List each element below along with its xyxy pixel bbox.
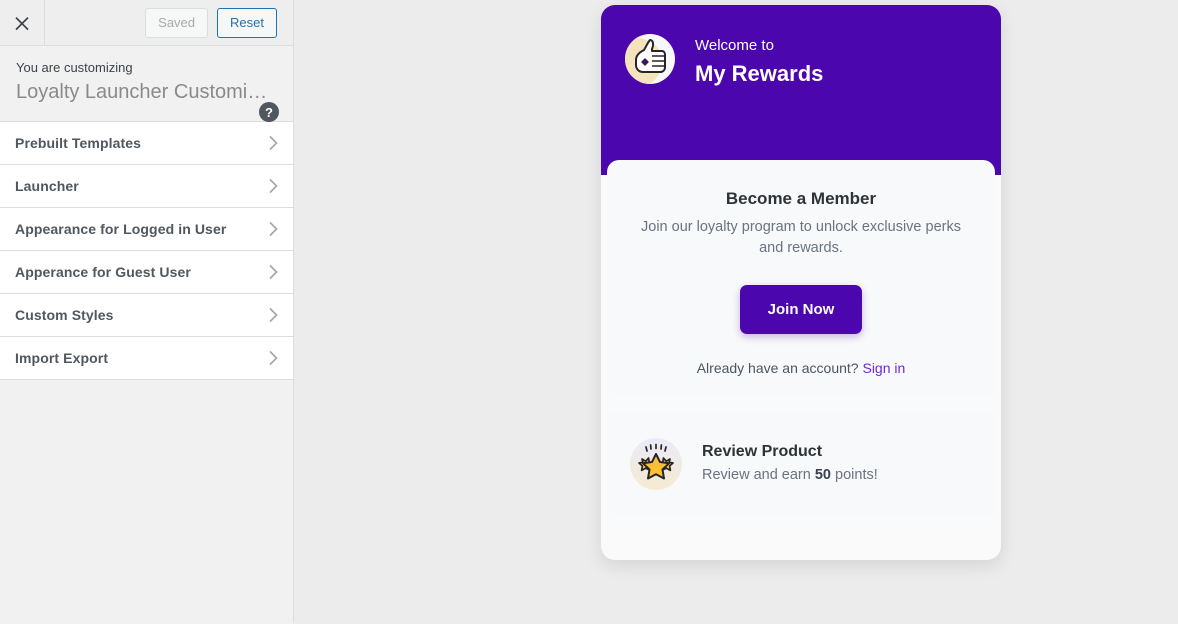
sidebar-item-label: Import Export xyxy=(15,350,109,366)
review-product-task-card[interactable]: Review Product Review and earn 50 points… xyxy=(607,410,995,517)
chevron-right-icon xyxy=(267,133,281,153)
customizer-title-block: You are customizing Loyalty Launcher Cus… xyxy=(0,46,293,122)
three-stars-icon xyxy=(627,435,685,493)
sidebar-item-label: Custom Styles xyxy=(15,307,114,323)
customizer-header-bar: Saved Reset xyxy=(0,0,293,46)
member-card-title: Become a Member xyxy=(725,189,877,208)
sidebar-item-prebuilt-templates[interactable]: Prebuilt Templates xyxy=(0,122,293,165)
welcome-label: Welcome to xyxy=(695,37,774,54)
brand-title: My Rewards xyxy=(695,61,824,86)
screen: Saved Reset You are customizing Loyalty … xyxy=(0,0,1178,624)
sidebar-item-label: Appearance for Logged in User xyxy=(15,221,227,237)
sidebar-item-label: Apperance for Guest User xyxy=(15,264,191,280)
saved-button[interactable]: Saved xyxy=(145,7,209,38)
join-now-button[interactable]: Join Now xyxy=(739,285,863,335)
close-icon xyxy=(14,15,30,31)
sidebar-item-appearance-logged-in-user[interactable]: Appearance for Logged in User xyxy=(0,208,293,251)
task-subtitle-prefix: Review and earn xyxy=(702,467,811,484)
task-points-value: 50 xyxy=(814,467,831,484)
welcome-block: Welcome to My Rewards xyxy=(695,32,823,87)
chevron-right-icon xyxy=(267,176,281,196)
chevron-right-icon xyxy=(267,262,281,282)
sidebar-item-label: Launcher xyxy=(15,178,79,194)
widget-body: Become a Member Join our loyalty program… xyxy=(601,160,1001,560)
widget-header: Welcome to My Rewards xyxy=(601,5,1001,175)
task-subtitle: Review and earn 50 points! xyxy=(702,466,878,485)
task-text: Review Product Review and earn 50 points… xyxy=(702,442,878,486)
customizing-title: Loyalty Launcher Customisat… xyxy=(16,80,268,103)
customizer-panel-list: Prebuilt Templates Launcher Appearance f… xyxy=(0,122,293,380)
customizer-sidebar: Saved Reset You are customizing Loyalty … xyxy=(0,0,294,624)
task-title: Review Product xyxy=(702,442,823,460)
reset-button[interactable]: Reset xyxy=(217,7,277,38)
sidebar-item-import-export[interactable]: Import Export xyxy=(0,337,293,380)
chevron-right-icon xyxy=(267,348,281,368)
sidebar-item-launcher[interactable]: Launcher xyxy=(0,165,293,208)
chevron-right-icon xyxy=(267,305,281,325)
rewards-widget: Welcome to My Rewards Become a Member Jo… xyxy=(601,5,1001,560)
task-subtitle-suffix: points! xyxy=(835,467,878,484)
signin-row: Already have an account? Sign in xyxy=(627,360,975,376)
chevron-right-icon xyxy=(267,219,281,239)
member-card-description: Join our loyalty program to unlock exclu… xyxy=(641,219,961,257)
help-icon[interactable]: ? xyxy=(259,102,279,122)
thumbs-up-coins-icon xyxy=(623,32,677,86)
signin-link[interactable]: Sign in xyxy=(862,360,905,376)
close-customizer-button[interactable] xyxy=(0,0,45,45)
customizing-subtitle: You are customizing xyxy=(16,60,133,75)
sidebar-item-custom-styles[interactable]: Custom Styles xyxy=(0,294,293,337)
sidebar-empty-area xyxy=(0,380,293,624)
sidebar-item-appearance-guest-user[interactable]: Apperance for Guest User xyxy=(0,251,293,294)
become-a-member-card: Become a Member Join our loyalty program… xyxy=(607,160,995,397)
sidebar-item-label: Prebuilt Templates xyxy=(15,135,142,151)
customizer-header-actions: Saved Reset xyxy=(145,7,293,38)
signin-prompt: Already have an account? xyxy=(696,360,859,377)
preview-area: Welcome to My Rewards Become a Member Jo… xyxy=(295,0,1178,624)
